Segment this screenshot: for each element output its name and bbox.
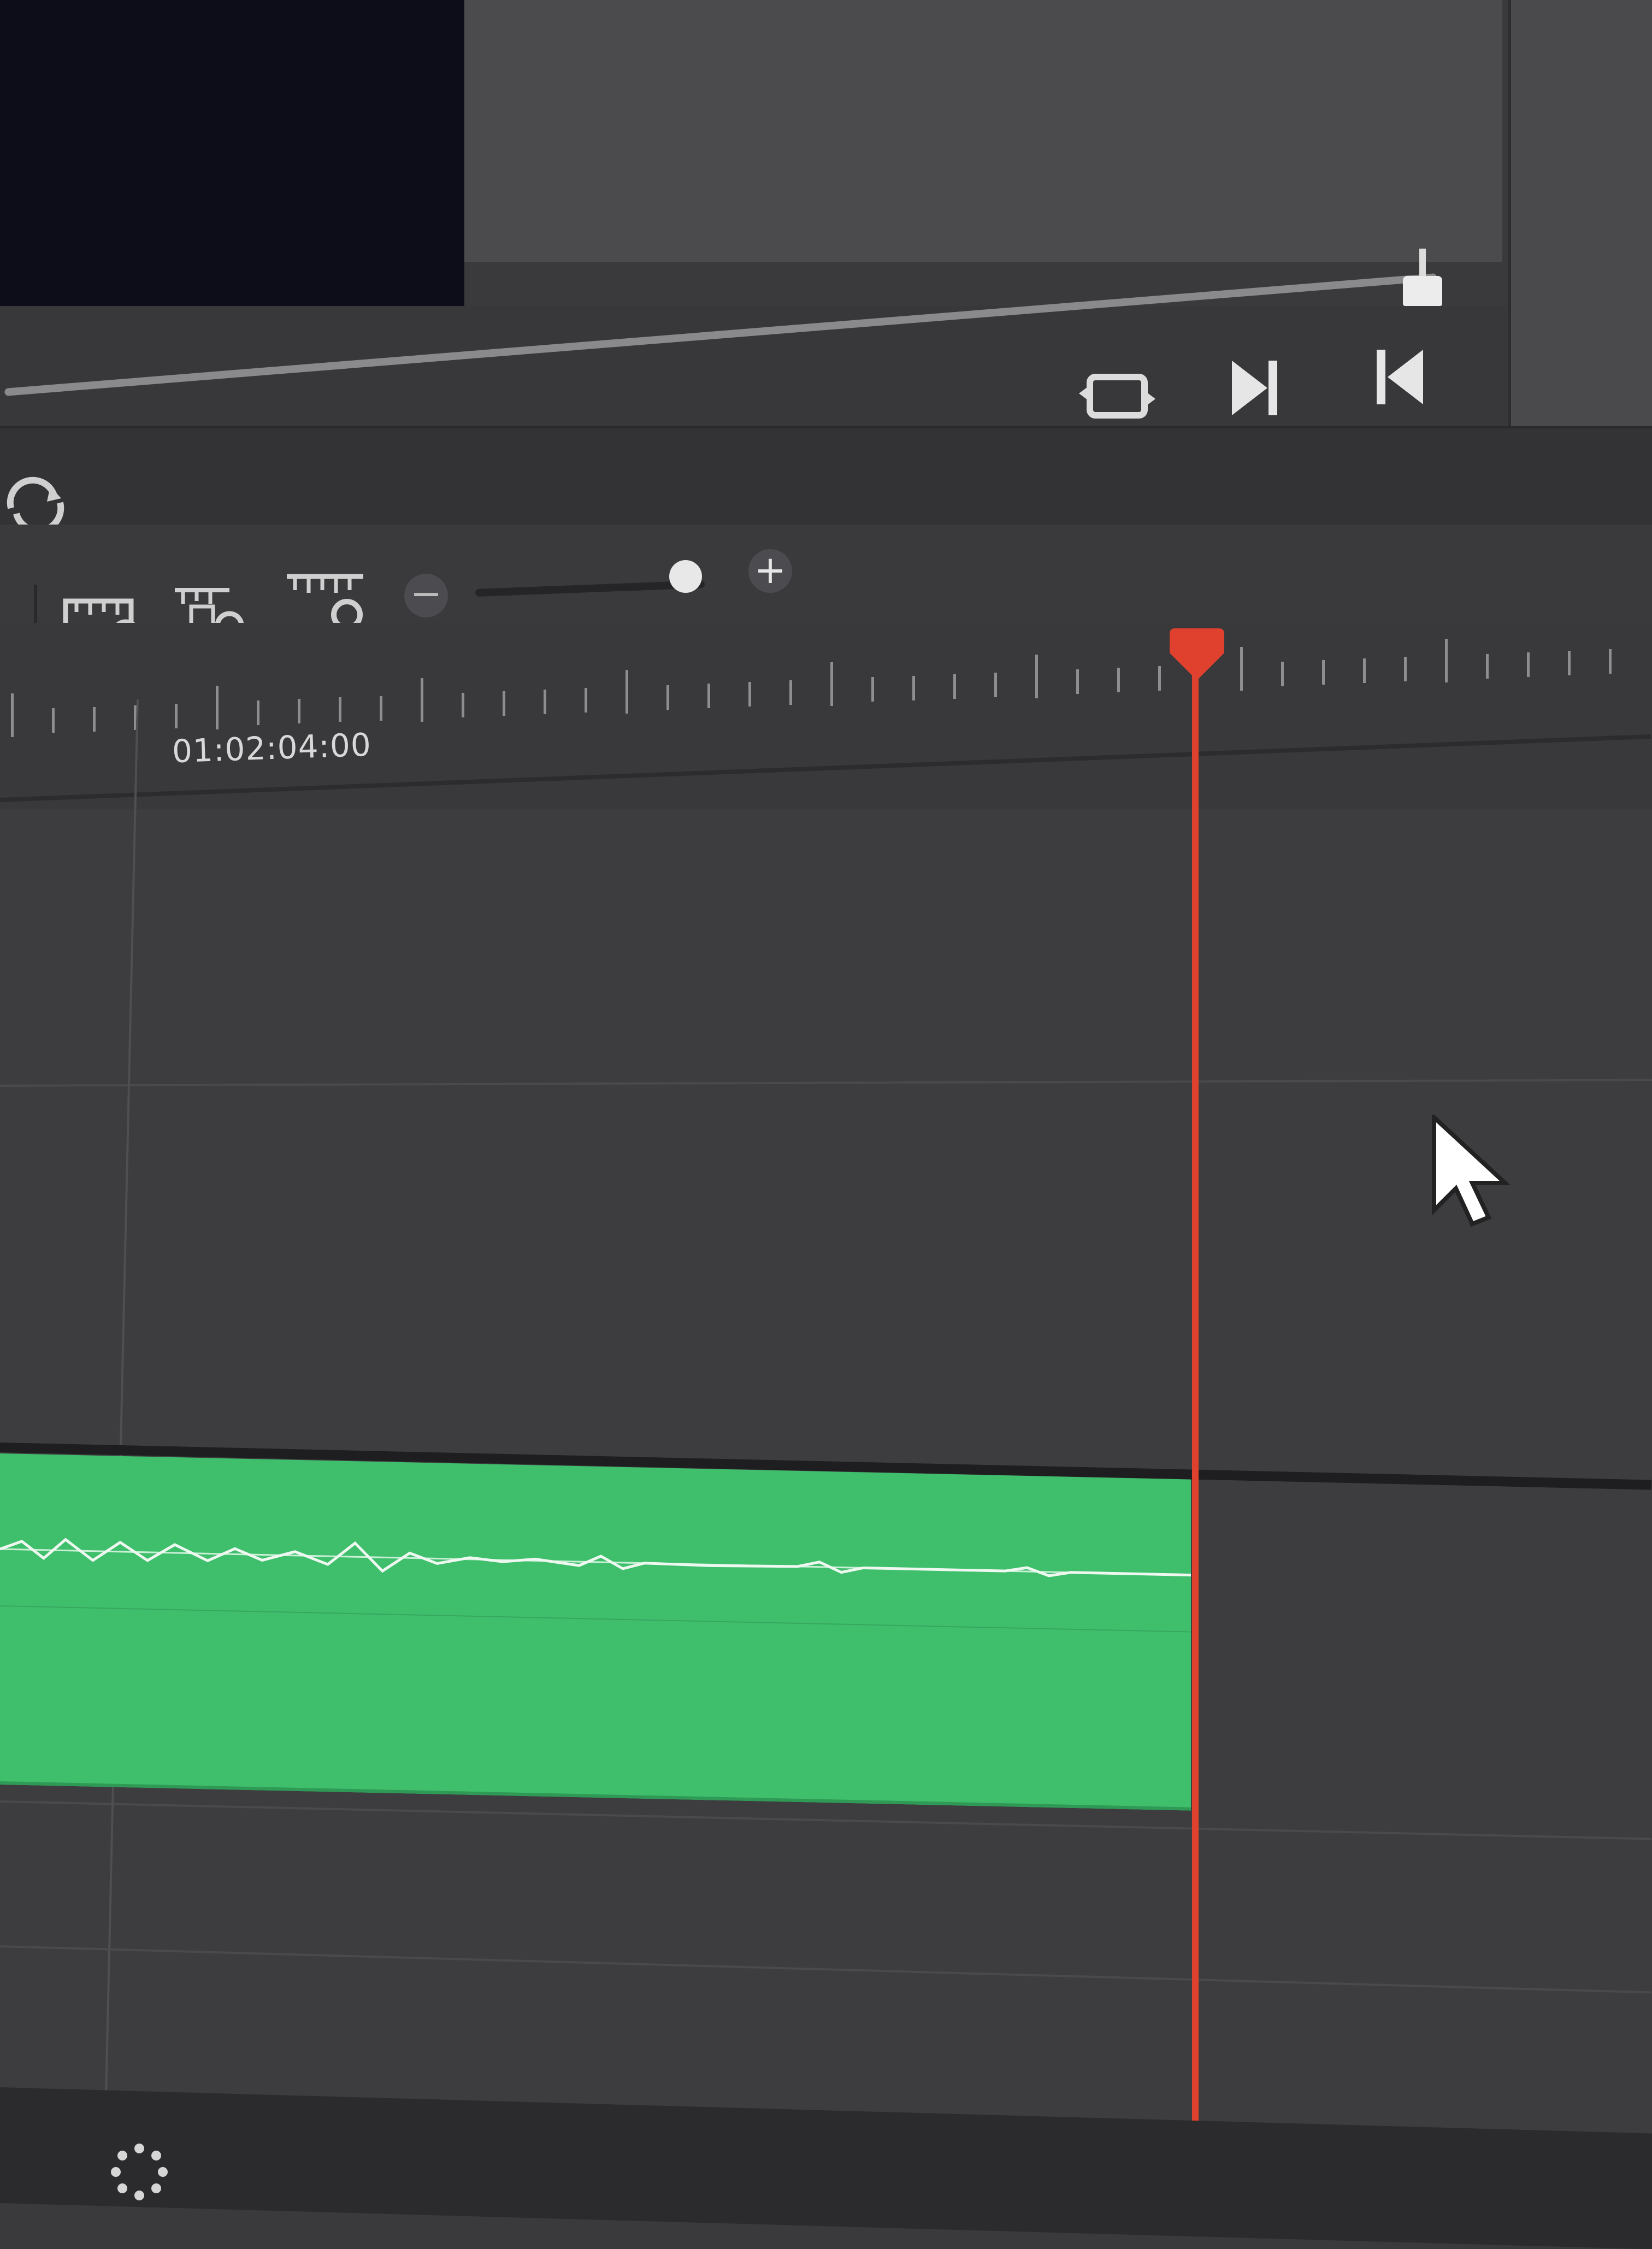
transport-bar bbox=[0, 306, 1508, 426]
ruler-tick bbox=[912, 675, 915, 700]
ruler-tick bbox=[421, 678, 423, 722]
ruler-tick bbox=[1158, 666, 1161, 691]
timeline-header bbox=[0, 426, 1652, 527]
ruler-tick bbox=[1527, 652, 1530, 677]
ruler-tick bbox=[953, 674, 956, 699]
viewer-panel bbox=[464, 0, 1502, 262]
playhead-line[interactable] bbox=[1192, 672, 1199, 2203]
ruler-tick bbox=[1322, 660, 1325, 685]
ruler-tick bbox=[1076, 669, 1079, 694]
previous-clip-icon[interactable] bbox=[1371, 344, 1426, 410]
ruler-tick bbox=[748, 681, 751, 707]
side-panel bbox=[1508, 0, 1652, 426]
ruler-tick bbox=[257, 700, 259, 726]
ruler-tick bbox=[626, 670, 628, 714]
ruler-tick bbox=[994, 672, 997, 697]
ruler-tick bbox=[585, 688, 587, 713]
ruler-tick bbox=[666, 685, 669, 710]
zoom-out-button[interactable]: − bbox=[404, 574, 448, 617]
ruler-timecode-label: 01:02:04:00 bbox=[171, 726, 372, 770]
ruler-tick bbox=[1363, 658, 1366, 684]
ruler-tick bbox=[339, 697, 341, 722]
ruler-tick bbox=[11, 693, 14, 738]
ruler-tick bbox=[298, 699, 300, 724]
loop-clip-icon[interactable] bbox=[1076, 361, 1158, 432]
ruler-tick bbox=[175, 703, 178, 728]
ruler-tick bbox=[462, 692, 464, 717]
mouse-cursor-icon bbox=[1432, 1115, 1511, 1227]
ruler-tick bbox=[1117, 668, 1120, 693]
ruler-tick bbox=[93, 707, 96, 732]
ruler-tick bbox=[1609, 649, 1612, 674]
ruler-tick bbox=[380, 696, 382, 721]
playhead-handle[interactable] bbox=[1167, 628, 1227, 683]
ruler-tick bbox=[789, 680, 792, 705]
next-clip-icon[interactable] bbox=[1229, 355, 1284, 421]
ruler-tick bbox=[830, 662, 833, 707]
ruler-tick bbox=[1404, 657, 1407, 682]
ruler-tick bbox=[707, 683, 710, 708]
ruler-tick bbox=[1486, 653, 1489, 679]
ruler-tick bbox=[544, 690, 546, 715]
ruler-tick bbox=[1281, 661, 1284, 686]
zoom-in-button[interactable]: + bbox=[748, 549, 792, 593]
ruler-tick bbox=[871, 677, 874, 702]
ruler-tick bbox=[52, 708, 55, 733]
viewer-scrubber-handle[interactable] bbox=[1403, 249, 1442, 309]
ruler-tick bbox=[1568, 650, 1571, 675]
spinner-icon[interactable] bbox=[109, 2142, 169, 2202]
ruler-tick bbox=[216, 685, 219, 729]
zoom-slider-knob[interactable] bbox=[669, 560, 702, 593]
ruler-tick bbox=[1445, 639, 1448, 683]
ruler-tick bbox=[1035, 654, 1038, 698]
ruler-tick bbox=[503, 691, 505, 716]
ruler-tick bbox=[1240, 646, 1243, 691]
